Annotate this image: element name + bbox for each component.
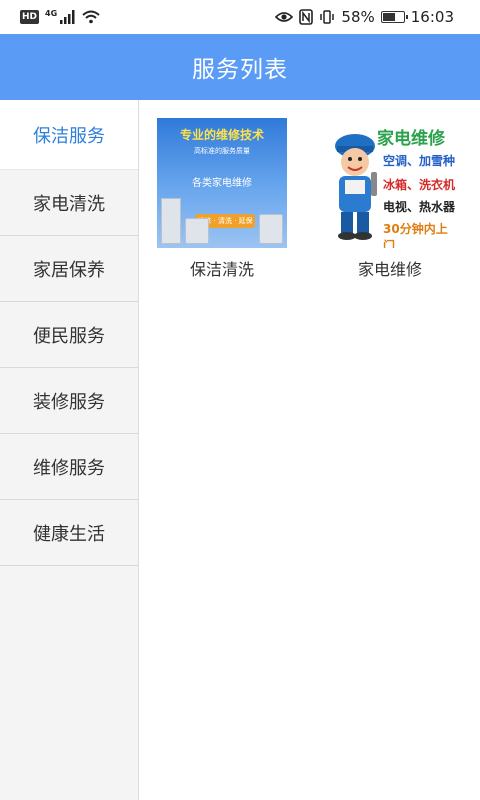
category-sidebar: 保洁服务 家电清洗 家居保养 便民服务 装修服务 维修服务 健康生活 <box>0 100 139 800</box>
service-image-cleaning[interactable]: 专业的维修技术 高标准的服务质量 各类家电维修 维修 · 清洗 · 延保 <box>157 118 287 248</box>
status-right: 58% 16:03 <box>275 8 454 26</box>
status-bar: HD 4G 58% 16:03 <box>0 0 480 34</box>
sidebar-item-renovation[interactable]: 装修服务 <box>0 368 138 434</box>
promo-line-3: 电视、热水器 <box>383 200 455 214</box>
promo-line-4: 30分钟内上门 <box>383 222 448 248</box>
network-type-label: 4G <box>45 8 58 18</box>
repairman-illustration <box>335 134 377 240</box>
signal-icon <box>60 10 75 24</box>
sidebar-item-convenience[interactable]: 便民服务 <box>0 302 138 368</box>
sidebar-item-home-care[interactable]: 家居保养 <box>0 236 138 302</box>
promo-line-2: 冰箱、洗衣机 <box>383 178 455 192</box>
sidebar-item-repair[interactable]: 维修服务 <box>0 434 138 500</box>
battery-fill <box>382 13 395 21</box>
ad-headline: 专业的维修技术 <box>179 128 264 142</box>
promo-line-1: 空调、加雪种 <box>383 154 455 168</box>
sidebar-item-health[interactable]: 健康生活 <box>0 500 138 566</box>
service-label: 保洁清洗 <box>189 260 254 279</box>
service-grid: 专业的维修技术 高标准的服务质量 各类家电维修 维修 · 清洗 · 延保 保洁清… <box>140 100 480 800</box>
status-left: HD 4G <box>20 9 100 25</box>
page-title: 服务列表 <box>192 57 288 83</box>
fridge-illustration <box>161 198 181 244</box>
hd-badge: HD <box>20 10 40 24</box>
battery-percent: 58% <box>341 8 375 26</box>
service-label: 家电维修 <box>357 260 422 279</box>
nfc-icon <box>299 9 314 25</box>
washer-illustration-2 <box>259 214 283 244</box>
clock: 16:03 <box>410 8 454 26</box>
washer-illustration <box>185 218 209 244</box>
ad-subline: 高标准的服务质量 <box>194 147 250 155</box>
service-card-appliance-repair[interactable]: 家电维修 空调、加雪种 冰箱、洗衣机 电视、热水器 30分钟内上门 家电维修 <box>324 118 456 280</box>
sidebar-item-cleaning[interactable]: 保洁服务 <box>0 100 138 170</box>
app-header: 服务列表 <box>0 34 480 100</box>
vibrate-icon <box>320 10 335 24</box>
service-card-cleaning[interactable]: 专业的维修技术 高标准的服务质量 各类家电维修 维修 · 清洗 · 延保 保洁清… <box>156 118 288 280</box>
promo-title: 家电维修 <box>377 129 445 149</box>
service-image-appliance-repair[interactable]: 家电维修 空调、加雪种 冰箱、洗衣机 电视、热水器 30分钟内上门 <box>325 118 455 248</box>
sidebar-item-appliance-cleaning[interactable]: 家电清洗 <box>0 170 138 236</box>
eye-icon <box>275 12 294 22</box>
ad-middle-text: 各类家电维修 <box>192 178 252 189</box>
wifi-icon <box>82 10 100 24</box>
battery-icon <box>380 11 408 23</box>
